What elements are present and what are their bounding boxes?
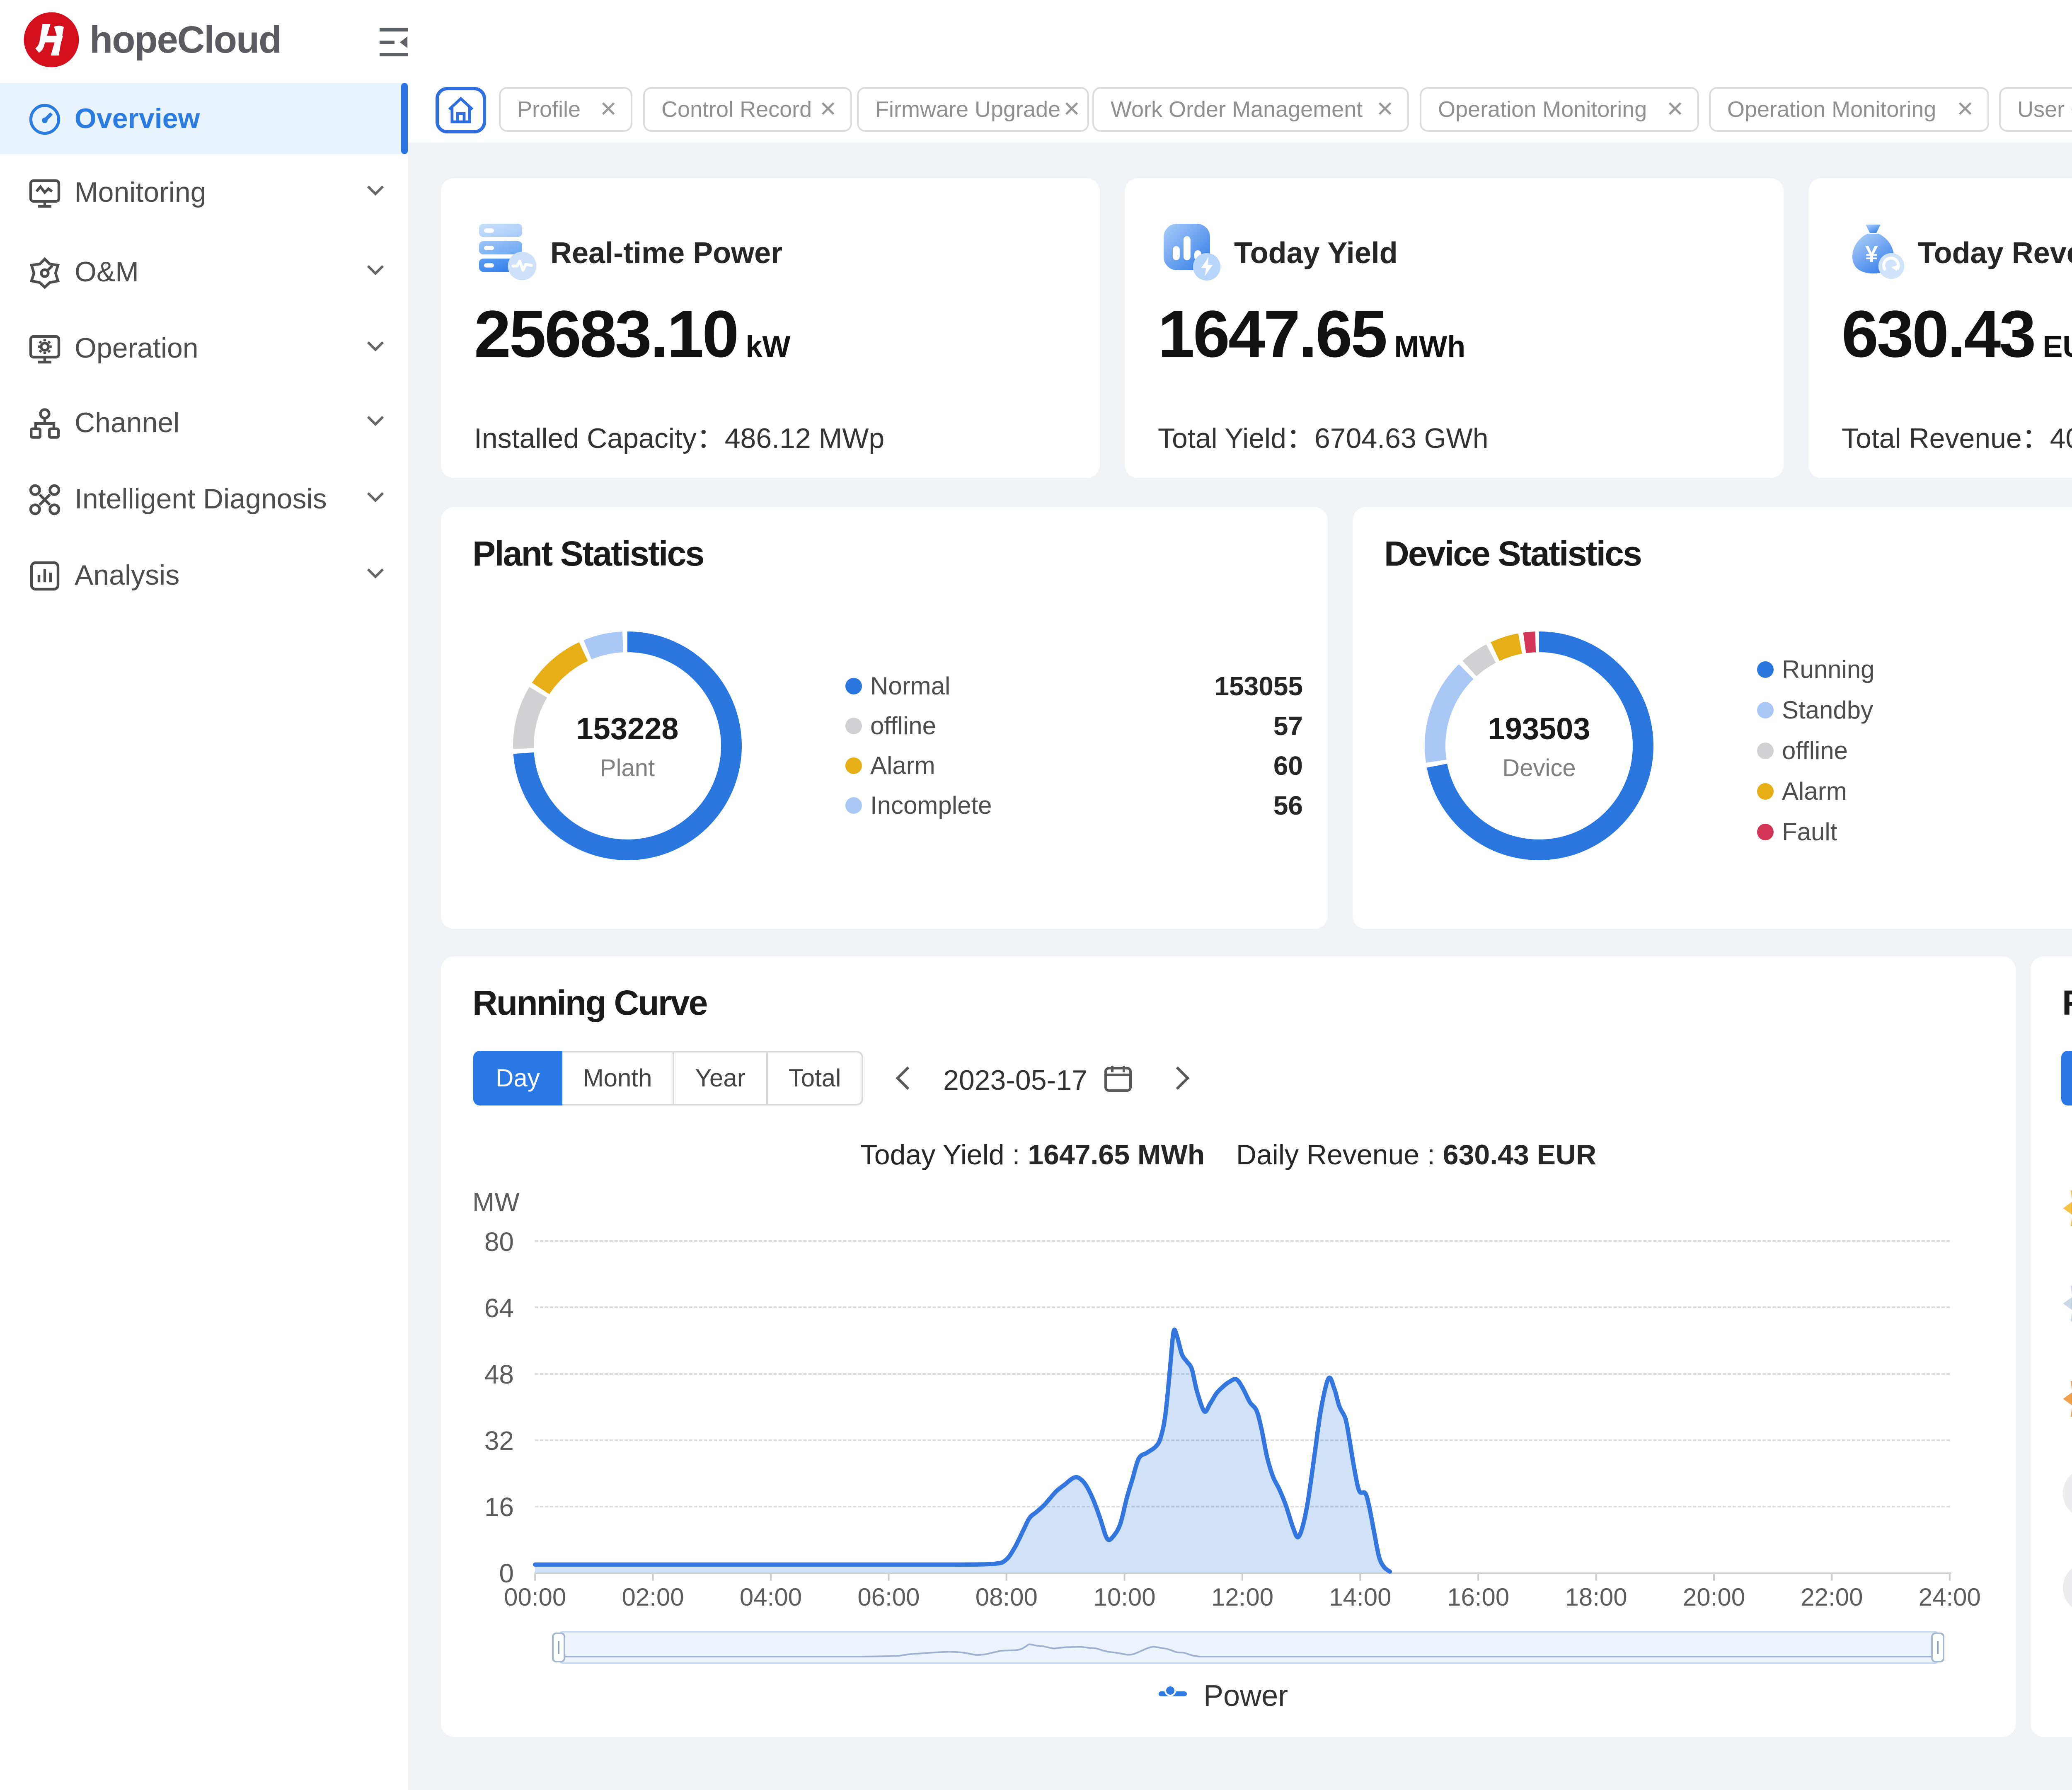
svg-text:¥: ¥	[1865, 241, 1878, 267]
